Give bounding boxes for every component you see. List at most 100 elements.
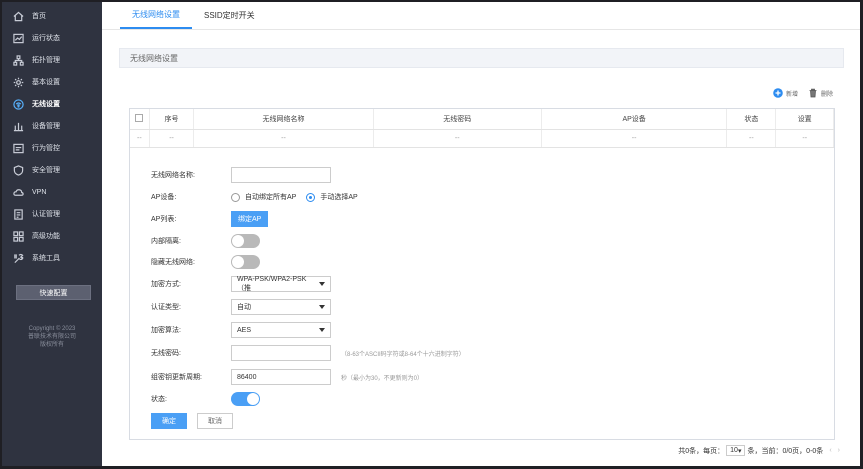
auth-select[interactable]: 自动 bbox=[231, 299, 331, 315]
pager-status: 条，当前：0/0页，0-0条 bbox=[747, 447, 824, 455]
tab-divider bbox=[102, 29, 860, 30]
sidebar-item-label: 拓扑管理 bbox=[32, 57, 60, 64]
pagination: 共0条，每页： 10 ▾ 条，当前：0/0页，0-0条 ‹ › bbox=[678, 445, 840, 456]
chevron-down-icon bbox=[319, 328, 325, 332]
section-title: 无线网络设置 bbox=[119, 48, 844, 68]
add-button[interactable]: 新增 bbox=[773, 88, 798, 98]
tab-ssid-schedule[interactable]: SSID定时开关 bbox=[192, 2, 267, 29]
pager-total: 共0条，每页： bbox=[678, 447, 725, 455]
status-toggle[interactable] bbox=[231, 392, 260, 406]
add-icon bbox=[773, 88, 783, 98]
isolation-row: 内部隔离: bbox=[151, 232, 260, 250]
wireless-icon bbox=[12, 98, 24, 110]
sidebar-item-auth[interactable]: 认证管理 bbox=[2, 203, 102, 225]
ap-list-label: AP列表: bbox=[151, 216, 177, 223]
bind-ap-button[interactable]: 绑定AP bbox=[231, 211, 269, 227]
sidebar-item-home[interactable]: 首页 bbox=[2, 5, 102, 27]
cancel-button[interactable]: 取消 bbox=[197, 413, 233, 429]
sidebar-item-topology[interactable]: 拓扑管理 bbox=[2, 49, 102, 71]
sidebar-item-basic[interactable]: 基本设置 bbox=[2, 71, 102, 93]
quick-config-button[interactable]: 快速配置 bbox=[16, 285, 91, 300]
sidebar-item-label: 系统工具 bbox=[32, 255, 60, 262]
table-toolbar: 新增 删除 bbox=[773, 88, 833, 98]
sidebar-item-advanced[interactable]: 高级功能 bbox=[2, 225, 102, 247]
password-row: 无线密码: （8-63个ASCII码字符或8-64个十六进制字符） bbox=[151, 344, 465, 362]
trash-icon bbox=[809, 88, 817, 98]
prev-page-icon[interactable]: ‹ bbox=[829, 447, 831, 454]
cipher-select[interactable]: AES bbox=[231, 322, 331, 338]
page-size-select[interactable]: 10 ▾ bbox=[726, 445, 746, 456]
sidebar-item-status[interactable]: 运行状态 bbox=[2, 27, 102, 49]
ap-manual-radio[interactable]: 手动选择AP bbox=[306, 192, 358, 202]
select-value: 自动 bbox=[237, 304, 251, 311]
shield-icon bbox=[12, 164, 24, 176]
next-page-icon[interactable]: › bbox=[838, 447, 840, 454]
sidebar-item-vpn[interactable]: VPN bbox=[2, 181, 102, 203]
password-label: 无线密码: bbox=[151, 350, 181, 357]
column-header-password: 无线密码 bbox=[373, 109, 542, 130]
behavior-icon bbox=[12, 142, 24, 154]
ap-device-label: AP设备: bbox=[151, 194, 177, 201]
hide-ssid-row: 隐藏无线网络: bbox=[151, 253, 260, 271]
password-hint: （8-63个ASCII码字符或8-64个十六进制字符） bbox=[341, 351, 465, 358]
radio-selected-icon bbox=[306, 192, 316, 202]
column-header-index: 序号 bbox=[149, 109, 195, 130]
rekey-hint: 秒（最小为30，不更新则为0） bbox=[341, 375, 424, 382]
table-cell: -- bbox=[541, 129, 728, 148]
page-size-value: 10 bbox=[730, 447, 738, 454]
sidebar-item-label: 认证管理 bbox=[32, 211, 60, 218]
sidebar-item-label: 首页 bbox=[32, 13, 46, 20]
sidebar-item-security[interactable]: 安全管理 bbox=[2, 159, 102, 181]
column-header-status: 状态 bbox=[726, 109, 777, 130]
topology-icon bbox=[12, 54, 24, 66]
home-icon bbox=[12, 10, 24, 22]
ap-auto-radio[interactable]: 自动绑定所有AP bbox=[231, 192, 296, 202]
chevron-down-icon bbox=[319, 282, 325, 286]
rekey-input[interactable]: 86400 bbox=[231, 369, 331, 385]
password-input[interactable] bbox=[231, 345, 331, 361]
select-all-checkbox[interactable] bbox=[130, 109, 150, 130]
form-actions: 确定 取消 bbox=[151, 412, 233, 430]
sidebar-item-label: 安全管理 bbox=[32, 167, 60, 174]
tab-wireless-settings[interactable]: 无线网络设置 bbox=[120, 2, 192, 29]
app-window: 首页 运行状态 拓扑管理 基本设置 无线设置 设备管理 行为管控 安全管理 VP… bbox=[2, 2, 860, 466]
radio-label: 手动选择AP bbox=[320, 194, 358, 201]
sidebar-item-tools[interactable]: 系统工具 bbox=[2, 247, 102, 269]
status-label: 状态: bbox=[151, 396, 167, 403]
isolation-toggle[interactable] bbox=[231, 234, 260, 248]
ok-button[interactable]: 确定 bbox=[151, 413, 187, 429]
tab-bar: 无线网络设置 SSID定时开关 bbox=[120, 2, 267, 29]
select-value: AES bbox=[237, 326, 252, 334]
delete-button[interactable]: 删除 bbox=[808, 88, 833, 98]
ssid-input[interactable] bbox=[231, 167, 331, 183]
isolation-label: 内部隔离: bbox=[151, 238, 181, 245]
table-row: -- -- -- -- -- -- -- bbox=[130, 129, 834, 148]
sidebar-item-label: 设备管理 bbox=[32, 123, 60, 130]
ap-list-row: AP列表: 绑定AP bbox=[151, 210, 269, 228]
encryption-select[interactable]: WPA-PSK/WPA2-PSK（推 bbox=[231, 276, 331, 292]
auth-label: 认证类型: bbox=[151, 304, 181, 311]
copyright-line: 普联技术有限公司 bbox=[27, 334, 76, 340]
sidebar-item-label: VPN bbox=[32, 188, 47, 196]
sidebar-item-behavior[interactable]: 行为管控 bbox=[2, 137, 102, 159]
chart-icon bbox=[12, 32, 24, 44]
ssid-table: 序号 无线网络名称 无线密码 AP设备 状态 设置 -- -- -- -- -- bbox=[130, 109, 834, 148]
ssid-label: 无线网络名称: bbox=[151, 172, 195, 179]
column-header-ssid: 无线网络名称 bbox=[193, 109, 374, 130]
radio-icon bbox=[231, 192, 240, 202]
sidebar-item-devices[interactable]: 设备管理 bbox=[2, 115, 102, 137]
status-row: 状态: bbox=[151, 390, 260, 408]
table-cell: -- bbox=[130, 129, 150, 148]
hide-ssid-toggle[interactable] bbox=[231, 255, 260, 269]
table-cell: -- bbox=[193, 129, 374, 148]
table-cell: -- bbox=[775, 129, 834, 148]
sidebar-item-label: 运行状态 bbox=[32, 35, 60, 42]
sidebar-item-label: 无线设置 bbox=[32, 101, 60, 108]
auth-row: 认证类型: 自动 bbox=[151, 298, 331, 316]
ssid-table-panel: 序号 无线网络名称 无线密码 AP设备 状态 设置 -- -- -- -- -- bbox=[129, 108, 835, 440]
column-header-ap-device: AP设备 bbox=[541, 109, 728, 130]
sidebar-item-wireless[interactable]: 无线设置 bbox=[2, 93, 102, 115]
hide-ssid-label: 隐藏无线网络: bbox=[151, 259, 195, 266]
cloud-icon bbox=[12, 186, 24, 198]
grid-icon bbox=[12, 230, 24, 242]
